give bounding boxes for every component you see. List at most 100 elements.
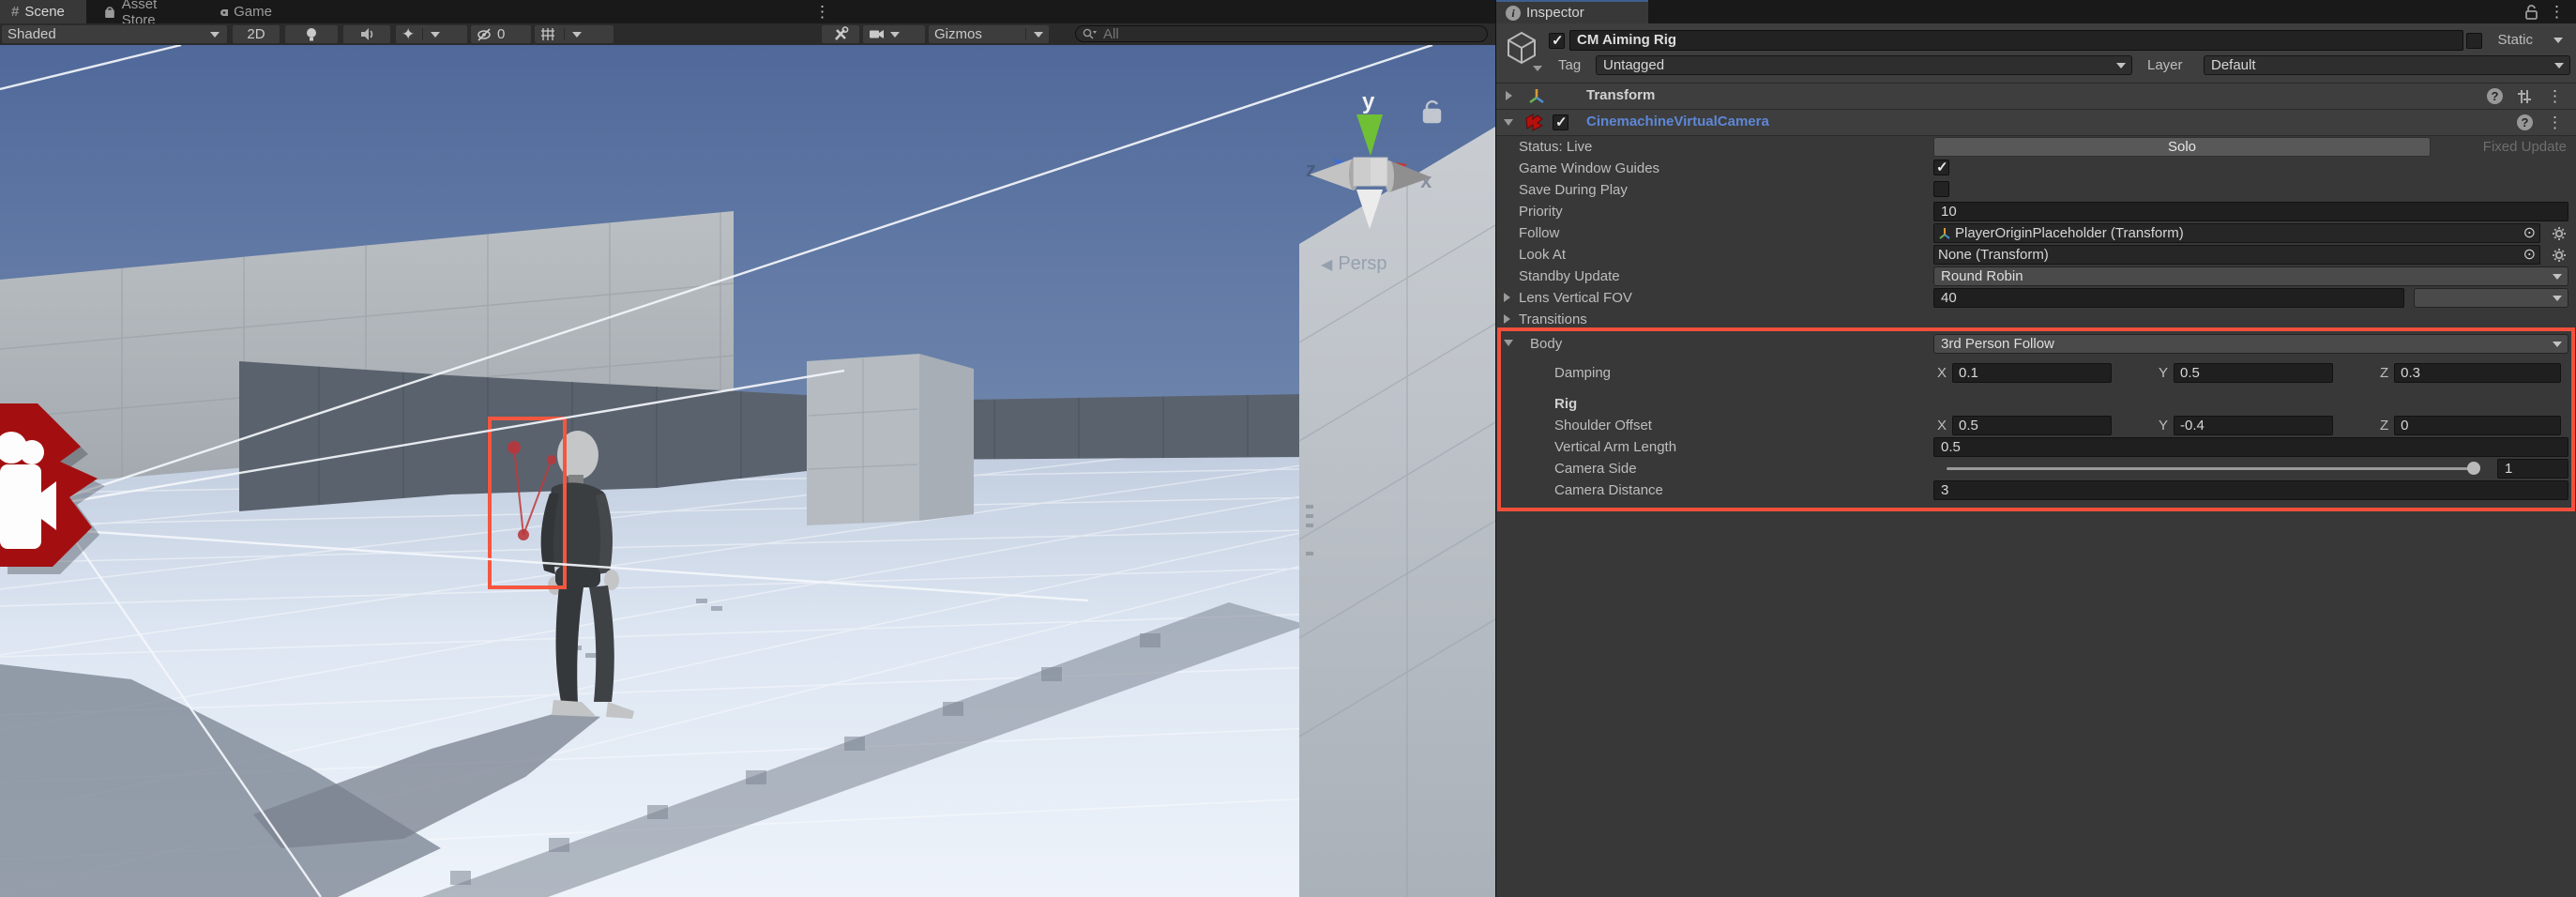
shoulder-x-field[interactable]: 0.5 (1952, 416, 2112, 435)
scene-camera-dropdown[interactable] (863, 25, 925, 43)
transform-title: Transform (1586, 87, 1655, 103)
solo-button[interactable]: Solo (1933, 137, 2431, 157)
tab-scene[interactable]: # Scene (0, 0, 86, 23)
inspector-menu-icon[interactable]: ⋮ (2549, 4, 2565, 20)
gizmos-dropdown[interactable]: Gizmos (929, 25, 1049, 43)
foldout-expanded-icon[interactable] (1504, 119, 1513, 126)
body-algorithm-dropdown[interactable]: 3rd Person Follow (1933, 334, 2568, 354)
help-icon[interactable]: ? (2487, 88, 2503, 104)
static-label: Static (2497, 32, 2533, 48)
tab-inspector[interactable]: i Inspector (1496, 0, 1648, 23)
tag-dropdown[interactable]: Untagged (1596, 55, 2132, 75)
damping-label: Damping (1554, 365, 1611, 381)
component-menu-icon[interactable]: ⋮ (2547, 88, 2563, 104)
projection-mode-toggle[interactable]: ◀ Persp (1321, 253, 1387, 275)
scene-search-box[interactable] (1075, 25, 1488, 42)
chevron-down-icon (890, 32, 900, 38)
look-at-row: Look At None (Transform) ⊙ (1496, 244, 2576, 266)
save-during-play-checkbox[interactable] (1933, 181, 1949, 197)
object-picker-icon[interactable]: ⊙ (2523, 248, 2536, 263)
transform-icon (1526, 86, 1547, 107)
eye-slash-icon (477, 26, 492, 42)
follow-object-field[interactable]: PlayerOriginPlaceholder (Transform) ⊙ (1933, 223, 2540, 243)
static-dropdown-icon[interactable] (2553, 38, 2563, 43)
persp-label: Persp (1338, 253, 1386, 275)
game-window-guides-checkbox[interactable] (1933, 160, 1949, 175)
shading-mode-dropdown[interactable]: Shaded (2, 25, 227, 43)
foldout-collapsed-icon[interactable] (1504, 314, 1510, 324)
effects-dropdown-button[interactable]: ✦ (396, 25, 467, 43)
camera-side-slider[interactable] (1947, 467, 2478, 470)
camera-distance-field[interactable]: 3 (1933, 480, 2568, 500)
tab-game[interactable]: Game (208, 0, 283, 23)
foldout-expanded-icon[interactable] (1504, 340, 1513, 346)
gameobject-cube-icon[interactable] (1504, 30, 1543, 71)
axis-y-label: Y (2159, 365, 2168, 381)
axis-x-label: X (1937, 365, 1947, 381)
scene-viewport[interactable]: z x y (0, 45, 1495, 897)
video-camera-icon (869, 27, 886, 41)
shoulder-z-field[interactable]: 0 (2394, 416, 2561, 435)
transform-icon (1938, 227, 1951, 240)
lock-icon[interactable] (2523, 4, 2538, 21)
chevron-down-icon (2116, 63, 2126, 68)
divider (422, 28, 423, 40)
inspector-panel: i Inspector ⋮ CM Aiming Rig Static Tag (1495, 0, 2576, 897)
gizmos-label: Gizmos (934, 26, 982, 42)
mid-box (807, 354, 974, 525)
vcam-component-header[interactable]: CinemachineVirtualCamera ? ⋮ (1496, 110, 2576, 136)
camera-side-field[interactable]: 1 (2497, 459, 2568, 479)
static-checkbox[interactable] (2466, 33, 2482, 49)
rig-header-row: Rig (1496, 393, 2576, 415)
effects-star-icon: ✦ (402, 25, 415, 44)
axis-x-label: X (1937, 418, 1947, 433)
gamepad-icon (220, 6, 228, 19)
slider-knob[interactable] (2467, 462, 2480, 475)
help-icon[interactable]: ? (2517, 114, 2533, 130)
vcam-enabled-checkbox[interactable] (1553, 114, 1568, 130)
tab-asset-store[interactable]: Asset Store (92, 0, 205, 23)
save-during-play-row: Save During Play (1496, 179, 2576, 201)
camera-side-row: Camera Side 1 (1496, 458, 2576, 479)
toggle-2d-button[interactable]: 2D (233, 25, 280, 43)
body-algorithm-value: 3rd Person Follow (1941, 336, 2054, 352)
lightbulb-icon (304, 26, 319, 42)
damping-z-field[interactable]: 0.3 (2394, 363, 2561, 383)
component-menu-icon[interactable]: ⋮ (2547, 114, 2563, 130)
scene-tools-button[interactable] (822, 25, 859, 43)
info-icon: i (1506, 6, 1521, 21)
gear-icon[interactable] (2552, 226, 2567, 241)
camera-side-label: Camera Side (1554, 461, 1637, 477)
object-picker-icon[interactable]: ⊙ (2523, 226, 2536, 241)
gameobject-active-checkbox[interactable] (1549, 33, 1565, 49)
foldout-collapsed-icon[interactable] (1504, 293, 1510, 302)
scene-tab-menu-icon[interactable]: ⋮ (814, 4, 830, 20)
gameobject-name-field[interactable]: CM Aiming Rig (1569, 30, 2463, 51)
layer-dropdown[interactable]: Default (2204, 55, 2570, 75)
grid-visibility-dropdown[interactable] (535, 25, 614, 43)
look-at-value: None (Transform) (1938, 247, 2049, 263)
save-during-play-label: Save During Play (1519, 182, 1628, 198)
lens-fov-field[interactable]: 40 (1933, 288, 2404, 308)
priority-label: Priority (1519, 204, 1563, 220)
lens-mode-dropdown[interactable] (2414, 288, 2568, 308)
damping-x-field[interactable]: 0.1 (1952, 363, 2112, 383)
presets-icon[interactable] (2516, 88, 2533, 105)
standby-update-dropdown[interactable]: Round Robin (1933, 266, 2568, 286)
vertical-arm-length-field[interactable]: 0.5 (1933, 437, 2568, 457)
foreground-box (1299, 127, 1495, 897)
lens-label: Lens Vertical FOV (1519, 290, 1632, 306)
hidden-objects-button[interactable]: 0 (471, 25, 531, 43)
look-at-object-field[interactable]: None (Transform) ⊙ (1933, 245, 2540, 265)
shoulder-y-field[interactable]: -0.4 (2174, 416, 2333, 435)
damping-y-field[interactable]: 0.5 (2174, 363, 2333, 383)
gear-icon[interactable] (2552, 248, 2567, 263)
priority-field[interactable]: 10 (1933, 202, 2568, 221)
body-label: Body (1530, 336, 1562, 352)
body-row: Body 3rd Person Follow (1496, 332, 2576, 356)
foldout-collapsed-icon[interactable] (1506, 91, 1512, 100)
lighting-toggle-button[interactable] (285, 25, 338, 43)
audio-toggle-button[interactable] (343, 25, 390, 43)
search-input[interactable] (1101, 25, 1443, 43)
transform-component-header[interactable]: Transform ? ⋮ (1496, 84, 2576, 110)
